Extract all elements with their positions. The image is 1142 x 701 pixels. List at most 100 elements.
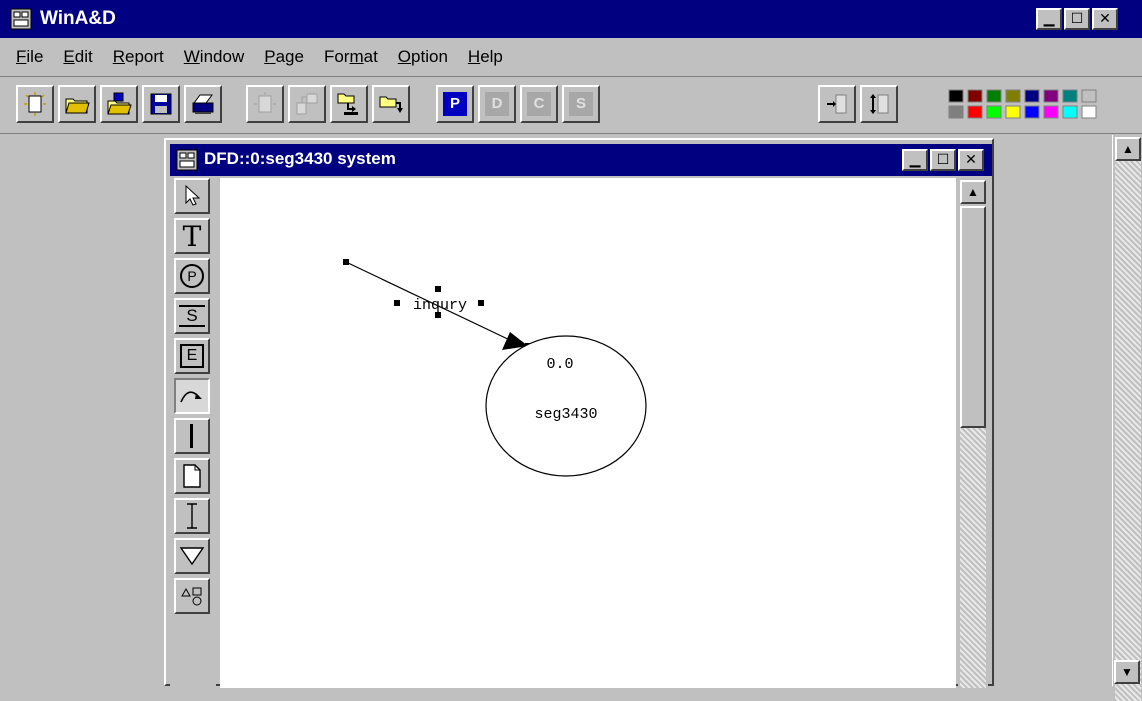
main-scroll-down-button[interactable]: ▼	[1114, 660, 1140, 684]
canvas-vertical-scrollbar[interactable]: ▲	[958, 178, 988, 688]
color-swatch[interactable]	[1043, 105, 1059, 119]
move-vertical-button[interactable]	[860, 85, 898, 123]
color-swatch[interactable]	[1062, 105, 1078, 119]
d-button[interactable]: D	[478, 85, 516, 123]
store-tool[interactable]: S	[174, 298, 210, 334]
dfd-window-title-bar: DFD::0:seg3430 system ▁ ☐ ✕	[170, 144, 992, 176]
dfd-window-icon	[176, 149, 198, 171]
move-forward-icon	[827, 94, 847, 114]
child-maximize-button[interactable]: ☐	[930, 149, 956, 171]
line-tool[interactable]	[174, 418, 210, 454]
menu-format[interactable]: Format	[324, 47, 378, 67]
menu-file[interactable]: File	[16, 47, 43, 67]
maximize-button[interactable]: ☐	[1064, 8, 1090, 30]
disabled-new-button[interactable]	[246, 85, 284, 123]
scroll-up-icon: ▲	[1122, 142, 1134, 156]
disabled-new-icon	[254, 92, 276, 113]
c-button[interactable]: C	[520, 85, 558, 123]
p-button[interactable]: P	[436, 85, 474, 123]
color-swatch[interactable]	[948, 105, 964, 119]
process-name: seg3430	[534, 406, 597, 423]
label-selection-handle[interactable]	[394, 300, 400, 306]
canvas-scroll-thumb[interactable]	[960, 206, 986, 428]
open-diagram-icon	[107, 92, 132, 115]
flow-endpoint-handle[interactable]	[343, 259, 349, 265]
color-swatch[interactable]	[1024, 105, 1040, 119]
flow-label[interactable]: inqury	[413, 297, 467, 314]
menu-page[interactable]: Page	[264, 47, 304, 67]
folder-export-button[interactable]	[372, 85, 410, 123]
menu-window[interactable]: Window	[184, 47, 244, 67]
scroll-down-icon: ▼	[1121, 665, 1133, 679]
d-button-label: D	[485, 92, 509, 116]
close-button[interactable]: ✕	[1092, 8, 1118, 30]
move-forward-button[interactable]	[818, 85, 856, 123]
save-button[interactable]	[142, 85, 180, 123]
color-swatch[interactable]	[967, 105, 983, 119]
color-swatch[interactable]	[1005, 105, 1021, 119]
color-swatch[interactable]	[1062, 89, 1078, 103]
canvas-scroll-up-button[interactable]: ▲	[960, 180, 986, 204]
minimize-button[interactable]: ▁	[1036, 8, 1062, 30]
ibeam-tool-icon	[187, 503, 197, 529]
child-minimize-button[interactable]: ▁	[902, 149, 928, 171]
process-tool[interactable]: P	[174, 258, 210, 294]
new-button[interactable]	[16, 85, 54, 123]
color-swatch[interactable]	[1005, 89, 1021, 103]
text-tool[interactable]: T	[174, 218, 210, 254]
color-swatch[interactable]	[986, 89, 1002, 103]
diagram-canvas[interactable]: 0.0 seg3430 inqury	[220, 178, 956, 688]
folder-import-button[interactable]	[330, 85, 368, 123]
disabled-link-button[interactable]	[288, 85, 326, 123]
open-button[interactable]	[58, 85, 96, 123]
minimize-icon: ▁	[909, 152, 921, 168]
color-swatch[interactable]	[986, 105, 1002, 119]
menu-option[interactable]: Option	[398, 47, 448, 67]
menu-edit[interactable]: Edit	[63, 47, 92, 67]
disabled-link-icon	[296, 93, 318, 115]
shapes-tool-icon	[181, 587, 202, 606]
child-close-button[interactable]: ✕	[958, 149, 984, 171]
shapes-tool[interactable]	[174, 578, 210, 614]
process-number: 0.0	[546, 356, 573, 373]
color-swatch[interactable]	[1081, 105, 1097, 119]
page-tool[interactable]	[174, 458, 210, 494]
main-scroll-track[interactable]	[1115, 161, 1141, 701]
print-icon	[192, 94, 214, 114]
app-title: WinA&D	[40, 8, 116, 29]
color-swatch[interactable]	[1024, 89, 1040, 103]
label-selection-handle[interactable]	[435, 312, 441, 318]
print-button[interactable]	[184, 85, 222, 123]
store-tool-icon: S	[179, 305, 205, 327]
label-selection-handle[interactable]	[478, 300, 484, 306]
flow-tool[interactable]	[174, 378, 210, 414]
main-scroll-up-button[interactable]: ▲	[1115, 137, 1141, 161]
dfd-window-title: DFD::0:seg3430 system	[204, 149, 396, 168]
maximize-icon: ☐	[936, 152, 950, 168]
app-icon	[10, 8, 32, 30]
menu-report[interactable]: Report	[113, 47, 164, 67]
color-swatch[interactable]	[1043, 89, 1059, 103]
maximize-icon: ☐	[1070, 11, 1084, 27]
pointer-tool[interactable]	[174, 178, 210, 214]
ibeam-tool[interactable]	[174, 498, 210, 534]
s-button[interactable]: S	[562, 85, 600, 123]
toolbar: P D C S	[0, 76, 1142, 134]
entity-tool[interactable]: E	[174, 338, 210, 374]
canvas-scroll-track[interactable]	[960, 428, 986, 688]
color-swatch[interactable]	[1081, 89, 1097, 103]
save-icon	[150, 93, 172, 115]
menu-help[interactable]: Help	[468, 47, 503, 67]
label-selection-handle[interactable]	[435, 286, 441, 292]
triangle-tool[interactable]	[174, 538, 210, 574]
open-diagram-button[interactable]	[100, 85, 138, 123]
color-swatch[interactable]	[948, 89, 964, 103]
tool-palette: T P S E	[170, 178, 216, 688]
main-vertical-scrollbar[interactable]: ▲	[1112, 135, 1142, 701]
color-palette[interactable]	[948, 89, 1104, 121]
triangle-tool-icon	[179, 547, 205, 566]
process-tool-icon: P	[180, 264, 204, 288]
folder-import-icon	[337, 93, 358, 115]
color-swatch[interactable]	[967, 89, 983, 103]
pointer-icon	[185, 184, 201, 206]
